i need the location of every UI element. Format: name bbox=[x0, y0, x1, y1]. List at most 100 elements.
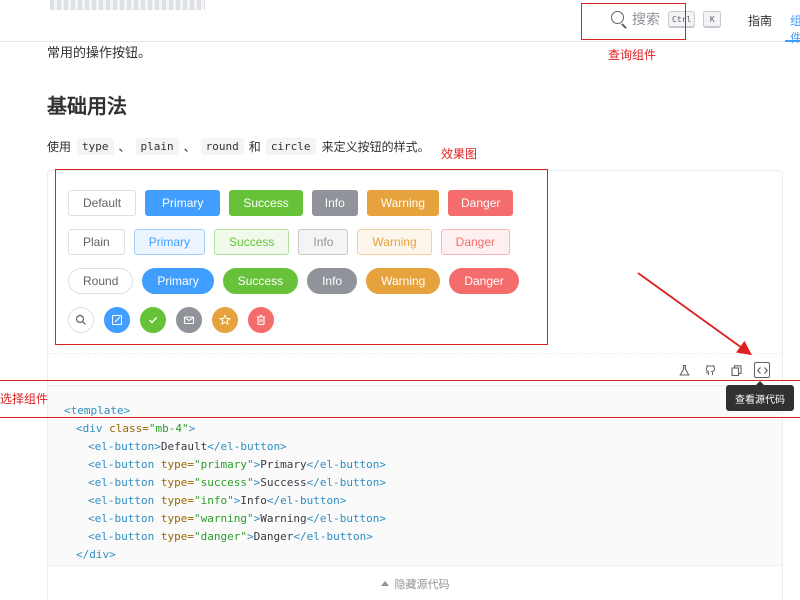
intro-text: 常用的操作按钮。 bbox=[47, 46, 152, 61]
code-token: <el-button bbox=[88, 494, 155, 507]
nav-guide[interactable]: 指南 bbox=[748, 12, 772, 29]
code-line: <el-button type="success">Success</el-bu… bbox=[88, 474, 386, 492]
code-token: </el-button> bbox=[293, 530, 373, 543]
info-button[interactable]: Info bbox=[311, 190, 358, 216]
code-token: </el-button> bbox=[306, 512, 387, 525]
section-title: 基础用法 bbox=[47, 94, 127, 118]
code-token: "danger" bbox=[193, 530, 247, 543]
logo[interactable] bbox=[50, 0, 205, 10]
code-token: > bbox=[246, 530, 254, 543]
round-button[interactable]: Round bbox=[68, 268, 134, 294]
search-icon bbox=[75, 314, 86, 325]
plain-danger-button[interactable]: Danger bbox=[440, 229, 511, 255]
round-info-button[interactable]: Info bbox=[307, 268, 358, 294]
code-token: </el-button> bbox=[306, 458, 387, 471]
round-button-row: Round Primary Success Info Warning Dange… bbox=[68, 268, 528, 294]
top-header: 搜索 Ctrl K 指南 组件 bbox=[0, 0, 800, 45]
circle-check-button[interactable] bbox=[140, 307, 166, 333]
code-token: Warning bbox=[260, 512, 307, 525]
code-line: <el-button type="primary">Primary</el-bu… bbox=[88, 456, 386, 474]
code-type: type bbox=[77, 138, 114, 155]
shortcut-key-k: K bbox=[703, 11, 722, 27]
playground-icon bbox=[678, 364, 690, 376]
annotation-select: 选择组件 bbox=[0, 392, 49, 406]
round-danger-button[interactable]: Danger bbox=[449, 268, 519, 294]
circle-message-button[interactable] bbox=[176, 307, 202, 333]
primary-button[interactable]: Primary bbox=[145, 190, 221, 216]
code-token: <div bbox=[76, 422, 103, 435]
code-token: <el-button bbox=[88, 530, 155, 543]
edit-icon bbox=[111, 314, 123, 326]
plain-info-button[interactable]: Info bbox=[298, 229, 349, 255]
code-token: </el-button> bbox=[266, 494, 347, 507]
desc-separator: 、 bbox=[183, 140, 196, 154]
code-token: <el-button bbox=[88, 458, 155, 471]
caret-up-icon bbox=[380, 581, 389, 586]
code-token: "info" bbox=[193, 494, 234, 507]
default-button[interactable]: Default bbox=[68, 190, 137, 216]
danger-button[interactable]: Danger bbox=[448, 190, 514, 216]
code-round: round bbox=[200, 138, 244, 155]
code-token: type= bbox=[154, 458, 194, 471]
round-success-button[interactable]: Success bbox=[222, 268, 299, 294]
code-token: </el-button> bbox=[306, 476, 387, 489]
code-line: <el-button>Default</el-button> bbox=[88, 438, 287, 456]
section-description: 使用 type 、 plain 、 round 和 circle 来定义按钮的样… bbox=[47, 138, 430, 155]
circle-edit-button[interactable] bbox=[104, 307, 130, 333]
view-source-icon bbox=[756, 366, 768, 374]
code-token: class= bbox=[102, 422, 149, 435]
search-button[interactable]: 搜索 Ctrl K bbox=[610, 9, 722, 29]
code-token: type= bbox=[154, 530, 194, 543]
code-token: type= bbox=[154, 494, 194, 507]
github-button[interactable] bbox=[702, 362, 718, 378]
star-icon bbox=[219, 314, 231, 326]
view-source-button[interactable] bbox=[754, 362, 770, 378]
code-token: <template> bbox=[64, 404, 131, 417]
code-token: Primary bbox=[260, 458, 307, 471]
code-line: <el-button type="info">Info</el-button> bbox=[88, 492, 346, 510]
github-icon bbox=[705, 364, 715, 375]
hide-source-button[interactable]: 隐藏源代码 bbox=[48, 565, 782, 600]
code-token: "primary" bbox=[193, 458, 254, 471]
plain-warning-button[interactable]: Warning bbox=[357, 229, 432, 255]
source-code-block[interactable]: <template> <div class="mb-4" > <el-button… bbox=[48, 385, 782, 565]
annotation-search: 查询组件 bbox=[608, 48, 657, 62]
desc-suffix: 来定义按钮的样式。 bbox=[321, 140, 430, 154]
hide-source-label: 隐藏源代码 bbox=[394, 577, 450, 591]
playground-button[interactable] bbox=[676, 362, 692, 378]
code-line: <template> bbox=[64, 402, 130, 420]
desc-and: 和 bbox=[248, 140, 261, 154]
demo-toolbar bbox=[48, 353, 782, 385]
plain-button-row: Plain Primary Success Info Warning Dange… bbox=[68, 229, 519, 255]
default-button-row: Default Primary Success Info Warning Dan… bbox=[68, 190, 522, 216]
code-circle: circle bbox=[265, 138, 316, 155]
plain-success-button[interactable]: Success bbox=[214, 229, 290, 255]
success-button[interactable]: Success bbox=[229, 190, 303, 216]
message-icon bbox=[183, 316, 195, 325]
code-token: Default bbox=[160, 440, 208, 453]
delete-icon bbox=[257, 314, 265, 326]
plain-button[interactable]: Plain bbox=[68, 229, 125, 255]
circle-search-button[interactable] bbox=[68, 307, 94, 333]
plain-primary-button[interactable]: Primary bbox=[133, 229, 206, 255]
copy-icon bbox=[730, 364, 742, 376]
code-token: Danger bbox=[253, 530, 294, 543]
code-token: Info bbox=[240, 494, 267, 507]
copy-button[interactable] bbox=[728, 362, 744, 378]
code-line: <el-button type="danger">Danger</el-butt… bbox=[88, 528, 373, 546]
code-token: type= bbox=[154, 476, 194, 489]
round-primary-button[interactable]: Primary bbox=[142, 268, 214, 294]
code-token: </el-button> bbox=[207, 440, 287, 453]
circle-button-row bbox=[68, 307, 284, 333]
circle-star-button[interactable] bbox=[212, 307, 238, 333]
warning-button[interactable]: Warning bbox=[366, 190, 439, 216]
round-warning-button[interactable]: Warning bbox=[366, 268, 441, 294]
search-label: 搜索 bbox=[632, 12, 660, 28]
circle-delete-button[interactable] bbox=[248, 307, 274, 333]
code-line: <el-button type="warning">Warning</el-bu… bbox=[88, 510, 386, 528]
code-token: "success" bbox=[193, 476, 254, 489]
code-token: <el-button bbox=[88, 512, 155, 525]
code-token: Success bbox=[260, 476, 307, 489]
view-source-tooltip: 查看源代码 bbox=[726, 381, 794, 411]
code-token: "mb-4" bbox=[148, 422, 189, 435]
